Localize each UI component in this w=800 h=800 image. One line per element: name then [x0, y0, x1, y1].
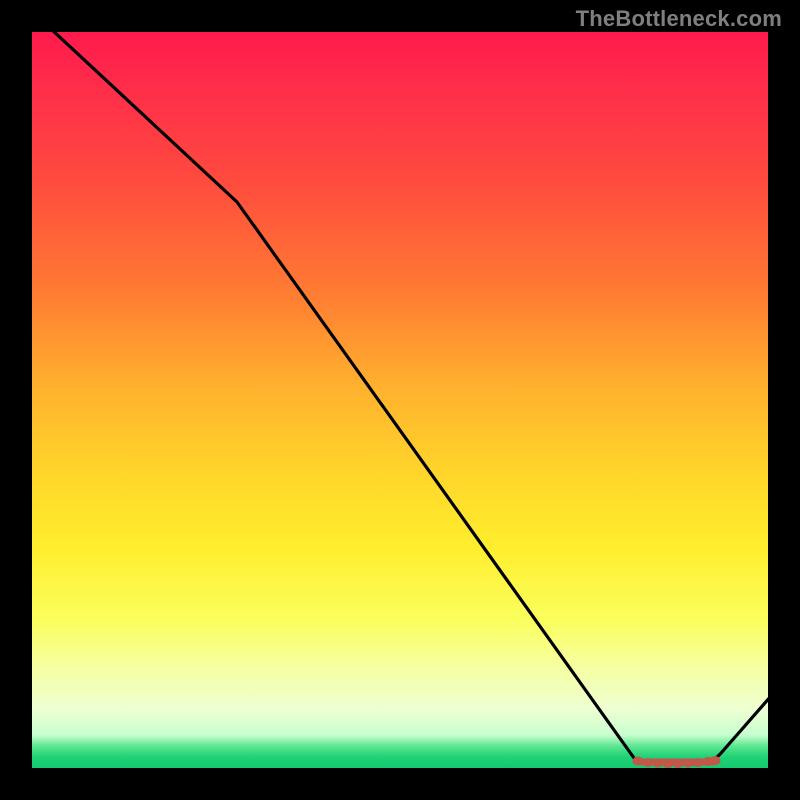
watermark-text: TheBottleneck.com — [576, 6, 782, 32]
plot-area — [32, 32, 768, 768]
bottleneck-curve-line — [32, 32, 768, 764]
marker-lobe — [633, 757, 720, 768]
chart-frame: TheBottleneck.com — [0, 0, 800, 800]
chart-svg-layer — [32, 32, 768, 768]
